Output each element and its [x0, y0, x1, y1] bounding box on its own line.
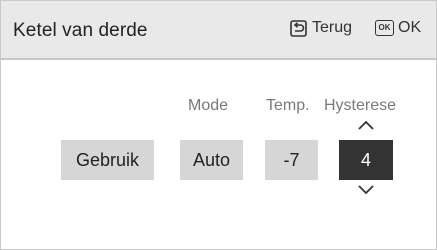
ok-button[interactable]: OK OK — [375, 19, 421, 37]
return-arrow-icon — [290, 19, 307, 37]
temp-value[interactable]: -7 — [265, 140, 318, 180]
mode-value[interactable]: Auto — [180, 140, 243, 180]
settings-screen: Ketel van derde Terug OK OK Mode Temp. H… — [0, 0, 437, 250]
header-bar: Ketel van derde Terug OK OK — [1, 1, 436, 60]
back-button[interactable]: Terug — [290, 19, 352, 37]
ok-key-icon: OK — [375, 20, 394, 36]
mode-column-label: Mode — [188, 97, 229, 114]
ok-label: OK — [398, 19, 422, 36]
usage-button[interactable]: Gebruik — [61, 140, 154, 180]
temp-column-label: Temp. — [266, 97, 310, 114]
hysteresis-value[interactable]: 4 — [339, 140, 393, 180]
back-label: Terug — [312, 19, 353, 36]
chevron-down-icon[interactable] — [357, 184, 375, 196]
hysteresis-column-label: Hysterese — [324, 97, 397, 114]
chevron-up-icon[interactable] — [357, 119, 375, 131]
page-title: Ketel van derde — [13, 20, 148, 41]
